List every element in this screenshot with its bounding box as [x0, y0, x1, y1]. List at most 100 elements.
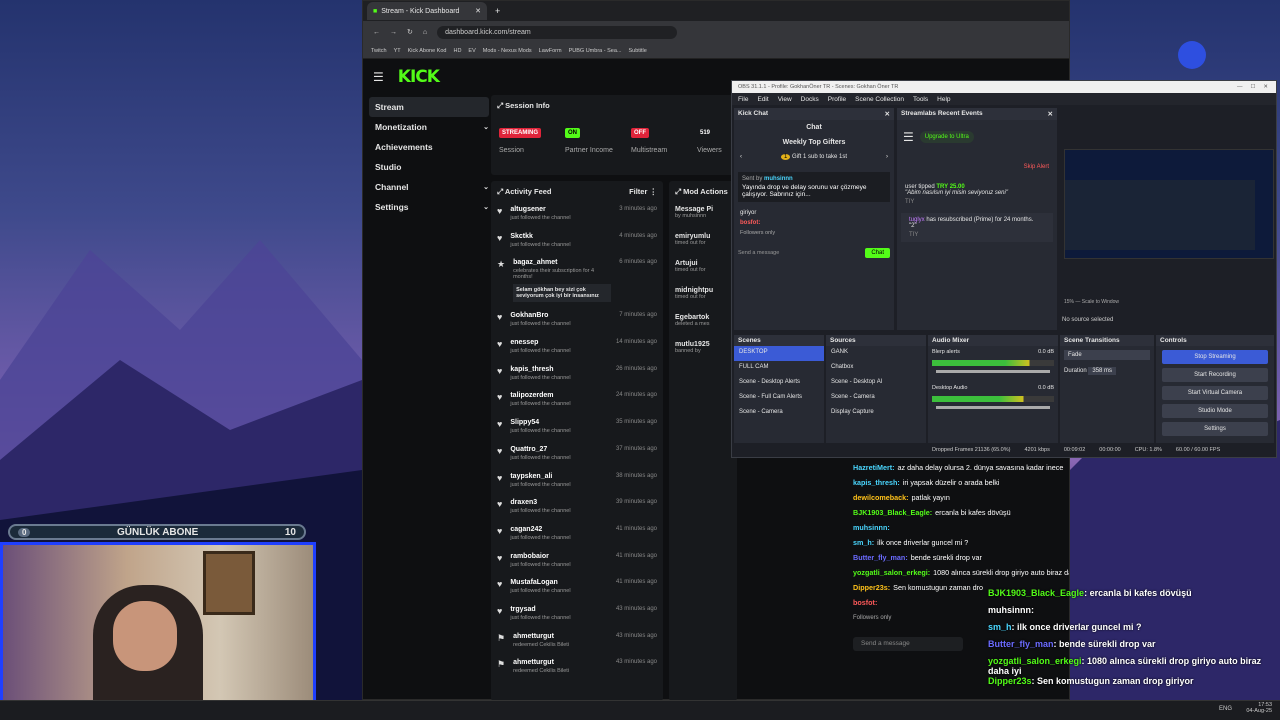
activity-user[interactable]: GokhanBro: [510, 312, 570, 319]
source-item[interactable]: Scene - Camera: [826, 391, 926, 406]
activity-user[interactable]: taypsken_ali: [510, 473, 570, 480]
activity-user[interactable]: ahmetturgut: [513, 633, 569, 640]
sidebar-item-achievements[interactable]: Achievements: [369, 137, 489, 157]
source-item[interactable]: Scene - Desktop Al: [826, 376, 926, 391]
scene-item[interactable]: Scene - Camera: [734, 406, 824, 421]
obs-menu-file[interactable]: File: [738, 96, 748, 103]
forward-icon[interactable]: →: [390, 29, 397, 36]
bookmark-item[interactable]: YT: [394, 48, 401, 54]
chat-username[interactable]: muhsinnn:: [853, 523, 890, 532]
source-item[interactable]: Chatbox: [826, 361, 926, 376]
scale-mode[interactable]: Scale to Window: [1082, 299, 1119, 305]
scene-item[interactable]: Scene - Desktop Alerts: [734, 376, 824, 391]
activity-user[interactable]: kapis_thresh: [510, 366, 570, 373]
expand-icon[interactable]: ⤢: [497, 101, 505, 110]
sidebar-item-studio[interactable]: Studio: [369, 157, 489, 177]
obs-menu-profile[interactable]: Profile: [828, 96, 846, 103]
bookmark-item[interactable]: LawForm: [539, 48, 562, 54]
close-icon[interactable]: ✕: [885, 110, 890, 118]
control-button[interactable]: Start Recording: [1162, 368, 1268, 382]
menu-icon[interactable]: ☰: [903, 130, 914, 144]
activity-user[interactable]: Skctkk: [510, 233, 570, 240]
menu-icon[interactable]: ☰: [373, 70, 384, 84]
activity-user[interactable]: cagan242: [510, 526, 570, 533]
bookmark-item[interactable]: Mods - Nexus Mods: [483, 48, 532, 54]
source-item[interactable]: Display Capture: [826, 406, 926, 421]
chat-send-button[interactable]: Chat: [865, 248, 890, 258]
url-input[interactable]: dashboard.kick.com/stream: [437, 25, 678, 39]
expand-icon[interactable]: ⤢: [497, 187, 505, 196]
preview-canvas[interactable]: [1064, 149, 1274, 259]
language-indicator[interactable]: ENG: [1219, 706, 1232, 712]
close-icon[interactable]: ✕: [475, 7, 481, 15]
activity-user[interactable]: Slippy54: [510, 419, 570, 426]
obs-menu-tools[interactable]: Tools: [913, 96, 928, 103]
control-button[interactable]: Settings: [1162, 422, 1268, 436]
bookmark-item[interactable]: EV: [468, 48, 475, 54]
duration-input[interactable]: 358 ms: [1088, 367, 1117, 375]
window-controls[interactable]: —☐✕: [1237, 84, 1276, 90]
close-icon[interactable]: ✕: [1048, 110, 1053, 118]
home-icon[interactable]: ⌂: [423, 29, 427, 36]
chat-username[interactable]: sm_h:: [853, 538, 874, 547]
chat-username[interactable]: kapis_thresh:: [853, 478, 900, 487]
chat-username[interactable]: HazretiMert:: [853, 463, 895, 472]
activity-user[interactable]: Quattro_27: [510, 446, 570, 453]
obs-menu-scene-collection[interactable]: Scene Collection: [855, 96, 904, 103]
obs-menu-edit[interactable]: Edit: [757, 96, 768, 103]
activity-user[interactable]: talipozerdem: [510, 392, 570, 399]
bookmark-item[interactable]: PUBG Umbra - Sea...: [569, 48, 622, 54]
obs-menu-help[interactable]: Help: [937, 96, 950, 103]
new-tab-icon[interactable]: +: [495, 6, 500, 16]
bookmark-item[interactable]: Twitch: [371, 48, 387, 54]
expand-icon[interactable]: ⤢: [675, 187, 683, 196]
bookmark-item[interactable]: Subtitle: [628, 48, 646, 54]
back-icon[interactable]: ←: [373, 29, 380, 36]
next-icon[interactable]: ›: [886, 154, 888, 160]
activity-user[interactable]: altugsener: [510, 206, 570, 213]
obs-menu-docks[interactable]: Docks: [801, 96, 819, 103]
activity-user[interactable]: ahmetturgut: [513, 659, 569, 666]
activity-user[interactable]: bagaz_ahmet: [513, 259, 611, 266]
control-button[interactable]: Studio Mode: [1162, 404, 1268, 418]
scene-item[interactable]: Scene - Full Cam Alerts: [734, 391, 824, 406]
skip-alert-button[interactable]: Skip Alert: [897, 154, 1057, 180]
activity-user[interactable]: trgysad: [510, 606, 570, 613]
control-button[interactable]: Stop Streaming: [1162, 350, 1268, 364]
kick-logo[interactable]: KICK: [398, 67, 440, 87]
activity-user[interactable]: draxen3: [510, 499, 570, 506]
chat-username[interactable]: Dipper23s:: [853, 583, 890, 592]
chat-username[interactable]: Butter_fly_man:: [853, 553, 908, 562]
bookmark-item[interactable]: Kick Abone Kod: [408, 48, 447, 54]
obs-menu-view[interactable]: View: [778, 96, 792, 103]
bookmark-item[interactable]: HD: [453, 48, 461, 54]
chat-username[interactable]: dewilcomeback:: [853, 493, 909, 502]
sidebar-item-settings[interactable]: Settings ⌄: [369, 197, 489, 217]
activity-user[interactable]: MustafaLogan: [510, 579, 570, 586]
source-item[interactable]: GANK: [826, 346, 926, 361]
sidebar-item-channel[interactable]: Channel ⌄: [369, 177, 489, 197]
chat-username[interactable]: bosfot:: [853, 598, 877, 607]
chat-username[interactable]: yozgatli_salon_erkegi:: [853, 568, 930, 577]
upgrade-button[interactable]: Upgrade to Ultra: [919, 131, 974, 143]
sidebar-item-monetization[interactable]: Monetization ⌄: [369, 117, 489, 137]
heart-icon: ♥: [497, 499, 503, 510]
chat-username[interactable]: BJK1903_Black_Eagle:: [853, 508, 932, 517]
activity-user[interactable]: rambobaior: [510, 553, 570, 560]
scene-item[interactable]: DESKTOP: [734, 346, 824, 361]
browser-tab[interactable]: ■ Stream - Kick Dashboard ✕: [367, 2, 487, 20]
volume-slider[interactable]: [936, 370, 1050, 373]
send-message-input[interactable]: Send a message: [853, 637, 963, 651]
prev-icon[interactable]: ‹: [740, 154, 742, 160]
activity-user[interactable]: enessep: [510, 339, 570, 346]
filter-button[interactable]: Filter: [629, 187, 647, 196]
clock[interactable]: 17:53 04-Aug-25: [1246, 702, 1272, 714]
more-icon[interactable]: ⋮: [650, 187, 658, 196]
send-message-input[interactable]: Send a message: [738, 250, 788, 256]
reload-icon[interactable]: ↻: [407, 28, 413, 36]
control-button[interactable]: Start Virtual Camera: [1162, 386, 1268, 400]
transition-select[interactable]: Fade: [1064, 350, 1150, 360]
sidebar-item-stream[interactable]: Stream: [369, 97, 489, 117]
volume-slider[interactable]: [936, 406, 1050, 409]
scene-item[interactable]: FULL CAM: [734, 361, 824, 376]
